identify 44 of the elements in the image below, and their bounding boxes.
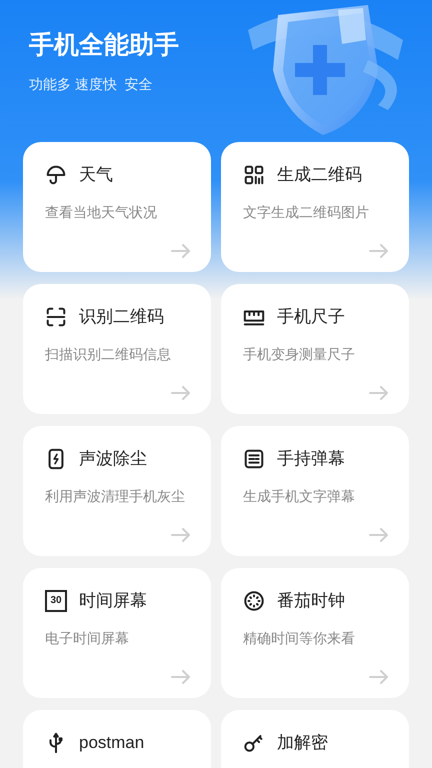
tool-title: 手机尺子: [277, 306, 345, 328]
tool-title: 时间屏幕: [79, 590, 147, 612]
tool-description: 查看当地天气状况: [45, 202, 158, 222]
tool-card[interactable]: 识别二维码 扫描识别二维码信息: [23, 284, 211, 414]
tool-card[interactable]: 手机尺子 手机变身测量尺子: [221, 284, 409, 414]
app-tagline: 功能多 速度快 安全: [29, 75, 154, 94]
tool-title: 生成二维码: [277, 164, 362, 186]
scan-icon: [45, 306, 67, 328]
tool-card[interactable]: 加解密: [221, 710, 409, 768]
calendar-icon: 30: [45, 590, 67, 612]
tool-card[interactable]: postman: [23, 710, 211, 768]
tool-description: 生成手机文字弹幕: [243, 486, 356, 506]
tool-title: 天气: [79, 164, 113, 186]
tool-card[interactable]: 天气 查看当地天气状况: [23, 142, 211, 272]
umbrella-icon: [45, 164, 67, 186]
tool-card[interactable]: 30 时间屏幕 电子时间屏幕: [23, 568, 211, 698]
tool-description: 电子时间屏幕: [45, 628, 130, 648]
arrow-right-icon: [369, 386, 389, 400]
tool-description: 精确时间等你来看: [243, 628, 356, 648]
tool-card[interactable]: 番茄时钟 精确时间等你来看: [221, 568, 409, 698]
tool-description: 文字生成二维码图片: [243, 202, 370, 222]
dial-icon: [243, 590, 265, 612]
arrow-right-icon: [369, 244, 389, 258]
tool-description: 扫描识别二维码信息: [45, 344, 172, 364]
tool-title: 番茄时钟: [277, 590, 345, 612]
text-lines-icon: [243, 448, 265, 470]
tool-card[interactable]: 生成二维码 文字生成二维码图片: [221, 142, 409, 272]
arrow-right-icon: [171, 670, 191, 684]
tool-card[interactable]: 手持弹幕 生成手机文字弹幕: [221, 426, 409, 556]
app-title: 手机全能助手: [29, 30, 180, 61]
tool-description: 手机变身测量尺子: [243, 344, 356, 364]
arrow-right-icon: [369, 670, 389, 684]
arrow-right-icon: [369, 528, 389, 542]
arrow-right-icon: [171, 528, 191, 542]
tool-description: 利用声波清理手机灰尘: [45, 486, 186, 506]
tool-title: 识别二维码: [79, 306, 164, 328]
tool-title: postman: [79, 732, 144, 754]
tool-card[interactable]: 声波除尘 利用声波清理手机灰尘: [23, 426, 211, 556]
tool-title: 手持弹幕: [277, 448, 345, 470]
qr-code-icon: [243, 164, 265, 186]
arrow-right-icon: [171, 386, 191, 400]
tool-title: 加解密: [277, 732, 328, 754]
tool-title: 声波除尘: [79, 448, 147, 470]
arrow-right-icon: [171, 244, 191, 258]
